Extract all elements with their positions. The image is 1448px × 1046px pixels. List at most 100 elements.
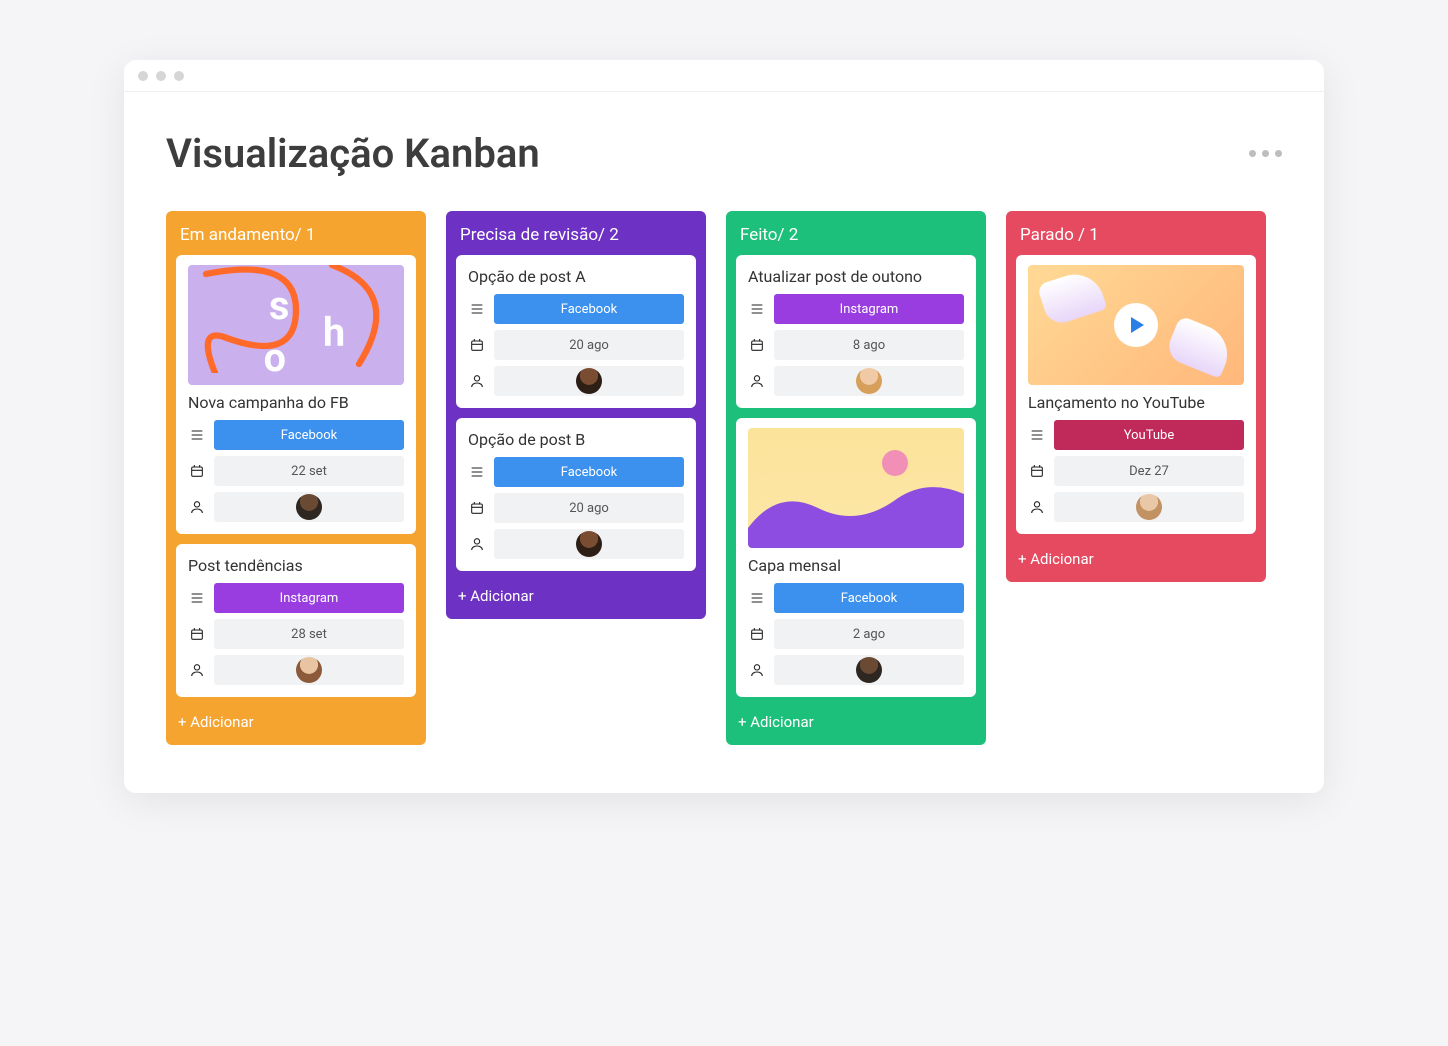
card-title: Lançamento no YouTube <box>1028 393 1244 412</box>
wave-icon <box>748 478 964 548</box>
channel-chip[interactable]: Instagram <box>214 583 404 613</box>
calendar-icon <box>748 625 766 643</box>
person-icon <box>1028 498 1046 516</box>
channel-chip[interactable]: Facebook <box>494 457 684 487</box>
svg-text:s: s <box>269 282 289 329</box>
calendar-icon <box>188 462 206 480</box>
channel-chip[interactable]: Instagram <box>774 294 964 324</box>
person-icon <box>748 372 766 390</box>
column-header: Feito/ 2 <box>736 223 976 255</box>
page-title: Visualização Kanban <box>166 130 540 177</box>
kanban-card[interactable]: Lançamento no YouTube YouTube Dez 27 <box>1016 255 1256 534</box>
column-header: Em andamento/ 1 <box>176 223 416 255</box>
column-header: Precisa de revisão/ 2 <box>456 223 696 255</box>
card-assignee[interactable] <box>774 366 964 396</box>
ellipsis-icon <box>1262 150 1269 157</box>
calendar-icon <box>1028 462 1046 480</box>
kanban-column-stopped[interactable]: Parado / 1 Lançamento no YouTube YouTube <box>1006 211 1266 582</box>
channel-chip[interactable]: Facebook <box>494 294 684 324</box>
kanban-column-needs-review[interactable]: Precisa de revisão/ 2 Opção de post A Fa… <box>446 211 706 619</box>
card-assignee[interactable] <box>494 366 684 396</box>
add-card-button[interactable]: + Adicionar <box>456 581 696 605</box>
add-card-button[interactable]: + Adicionar <box>176 707 416 731</box>
card-assignee[interactable] <box>774 655 964 685</box>
svg-text:h: h <box>323 309 345 356</box>
card-title: Capa mensal <box>748 556 964 575</box>
card-assignee[interactable] <box>494 529 684 559</box>
card-assignee[interactable] <box>214 655 404 685</box>
kanban-card[interactable]: Atualizar post de outono Instagram 8 ago <box>736 255 976 408</box>
kanban-column-done[interactable]: Feito/ 2 Atualizar post de outono Instag… <box>726 211 986 745</box>
swirl-art-icon: s h o <box>188 265 404 373</box>
card-title: Nova campanha do FB <box>188 393 404 412</box>
channel-chip[interactable]: Facebook <box>214 420 404 450</box>
ellipsis-icon <box>1275 150 1282 157</box>
kanban-card[interactable]: Capa mensal Facebook 2 ago <box>736 418 976 697</box>
traffic-light-minimize-icon[interactable] <box>156 71 166 81</box>
card-title: Atualizar post de outono <box>748 267 964 286</box>
calendar-icon <box>468 499 486 517</box>
avatar <box>856 368 882 394</box>
kanban-board: Em andamento/ 1 s h o Nova campanha do F… <box>166 211 1282 745</box>
card-date[interactable]: 22 set <box>214 456 404 486</box>
kanban-card[interactable]: Post tendências Instagram 28 set <box>176 544 416 697</box>
page-header: Visualização Kanban <box>166 130 1282 177</box>
card-title: Post tendências <box>188 556 404 575</box>
shoe-icon <box>1164 315 1236 378</box>
kanban-card[interactable]: Opção de post B Facebook 20 ago <box>456 418 696 571</box>
app-window: Visualização Kanban Em andamento/ 1 s h <box>124 60 1324 793</box>
list-icon <box>748 300 766 318</box>
shoe-icon <box>1037 267 1108 327</box>
channel-chip[interactable]: Facebook <box>774 583 964 613</box>
calendar-icon <box>468 336 486 354</box>
card-assignee[interactable] <box>1054 492 1244 522</box>
traffic-light-close-icon[interactable] <box>138 71 148 81</box>
column-header: Parado / 1 <box>1016 223 1256 255</box>
person-icon <box>468 372 486 390</box>
card-thumbnail <box>748 428 964 548</box>
avatar <box>576 368 602 394</box>
card-title: Opção de post A <box>468 267 684 286</box>
kanban-column-in-progress[interactable]: Em andamento/ 1 s h o Nova campanha do F… <box>166 211 426 745</box>
traffic-light-zoom-icon[interactable] <box>174 71 184 81</box>
person-icon <box>748 661 766 679</box>
list-icon <box>188 426 206 444</box>
avatar <box>856 657 882 683</box>
avatar <box>576 531 602 557</box>
calendar-icon <box>188 625 206 643</box>
add-card-button[interactable]: + Adicionar <box>736 707 976 731</box>
list-icon <box>748 589 766 607</box>
svg-text:o: o <box>264 334 286 373</box>
add-card-button[interactable]: + Adicionar <box>1016 544 1256 568</box>
channel-chip[interactable]: YouTube <box>1054 420 1244 450</box>
card-date[interactable]: 20 ago <box>494 330 684 360</box>
kanban-card[interactable]: Opção de post A Facebook 20 ago <box>456 255 696 408</box>
list-icon <box>468 300 486 318</box>
card-date[interactable]: 20 ago <box>494 493 684 523</box>
avatar <box>1136 494 1162 520</box>
card-date[interactable]: 28 set <box>214 619 404 649</box>
card-title: Opção de post B <box>468 430 684 449</box>
ellipsis-icon <box>1249 150 1256 157</box>
more-menu-button[interactable] <box>1249 150 1282 157</box>
card-date[interactable]: Dez 27 <box>1054 456 1244 486</box>
avatar <box>296 494 322 520</box>
avatar <box>296 657 322 683</box>
window-titlebar <box>124 60 1324 92</box>
card-thumbnail <box>1028 265 1244 385</box>
card-date[interactable]: 8 ago <box>774 330 964 360</box>
person-icon <box>468 535 486 553</box>
kanban-card[interactable]: s h o Nova campanha do FB Facebook 22 se… <box>176 255 416 534</box>
list-icon <box>468 463 486 481</box>
sun-icon <box>882 450 908 476</box>
page-content: Visualização Kanban Em andamento/ 1 s h <box>124 92 1324 793</box>
calendar-icon <box>748 336 766 354</box>
card-assignee[interactable] <box>214 492 404 522</box>
play-button-icon[interactable] <box>1114 303 1158 347</box>
person-icon <box>188 498 206 516</box>
person-icon <box>188 661 206 679</box>
card-thumbnail: s h o <box>188 265 404 385</box>
list-icon <box>188 589 206 607</box>
list-icon <box>1028 426 1046 444</box>
card-date[interactable]: 2 ago <box>774 619 964 649</box>
